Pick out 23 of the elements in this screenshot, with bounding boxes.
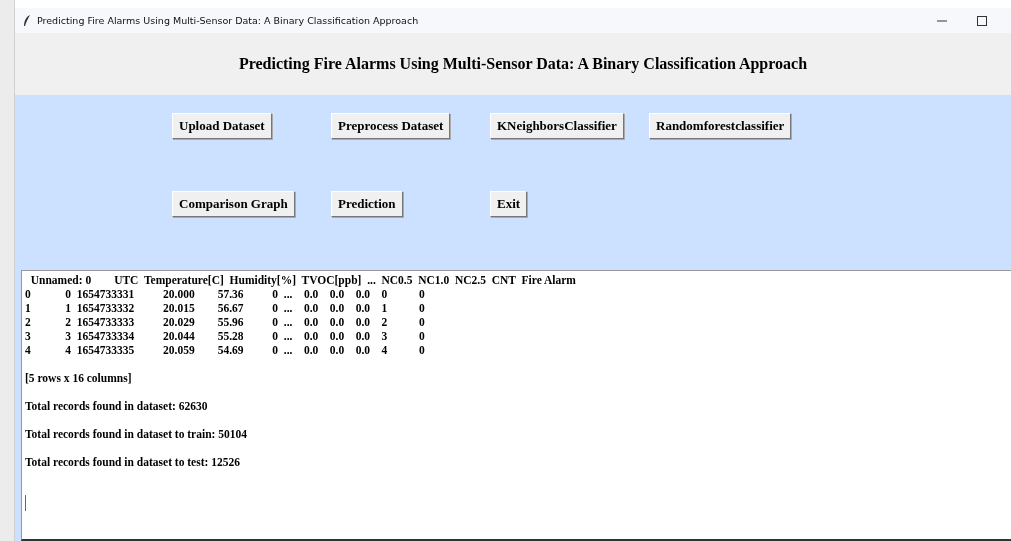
output-line: Total records found in dataset: 62630 xyxy=(25,399,209,413)
action-button[interactable]: Exit xyxy=(490,191,528,217)
output-line: Total records found in dataset to train: 50104 xyxy=(25,427,249,441)
action-button[interactable]: Comparison Graph xyxy=(172,191,295,217)
window-title: Predicting Fire Alarms Using Multi-Sensor Data: A Binary Classification Approach xyxy=(37,15,419,26)
output-line: 0 0 1654733331 20.000 57.36 0 ... 0.0 0.0 0.0 0 0 xyxy=(25,287,426,301)
action-button[interactable]: Prediction xyxy=(331,191,403,217)
action-button[interactable]: Randomforestclassifier xyxy=(649,113,792,139)
output-line: 4 4 1654733335 20.059 54.69 0 ... 0.0 0.0 0.0 4 0 xyxy=(25,343,426,357)
action-button[interactable]: Upload Dataset xyxy=(172,113,272,139)
app-heading: Predicting Fire Alarms Using Multi-Sensor Data: A Binary Classification Approach xyxy=(238,55,808,73)
output-line: 3 3 1654733334 20.044 55.28 0 ... 0.0 0.0 0.0 3 0 xyxy=(25,329,426,343)
output-text-area[interactable] xyxy=(21,270,1011,541)
output-line: Unnamed: 0 UTC Temperature[C] Humidity[%] TVOC[ppb] ... NC0.5 NC1.0 NC2.5 CNT Fire Alarm xyxy=(29,273,577,287)
output-line: 2 2 1654733333 20.029 55.96 0 ... 0.0 0.0 0.0 2 0 xyxy=(25,315,426,329)
output-line: [5 rows x 16 columns] xyxy=(25,371,133,385)
output-line: Total records found in dataset to test: 12526 xyxy=(25,455,241,469)
action-button[interactable]: Preprocess Dataset xyxy=(331,113,451,139)
output-line: 1 1 1654733332 20.015 56.67 0 ... 0.0 0.0 0.0 1 0 xyxy=(25,301,426,315)
feather-icon xyxy=(23,14,31,27)
text-cursor xyxy=(25,495,26,511)
action-button[interactable]: KNeighborsClassifier xyxy=(490,113,624,139)
maximize-icon[interactable] xyxy=(977,15,987,26)
